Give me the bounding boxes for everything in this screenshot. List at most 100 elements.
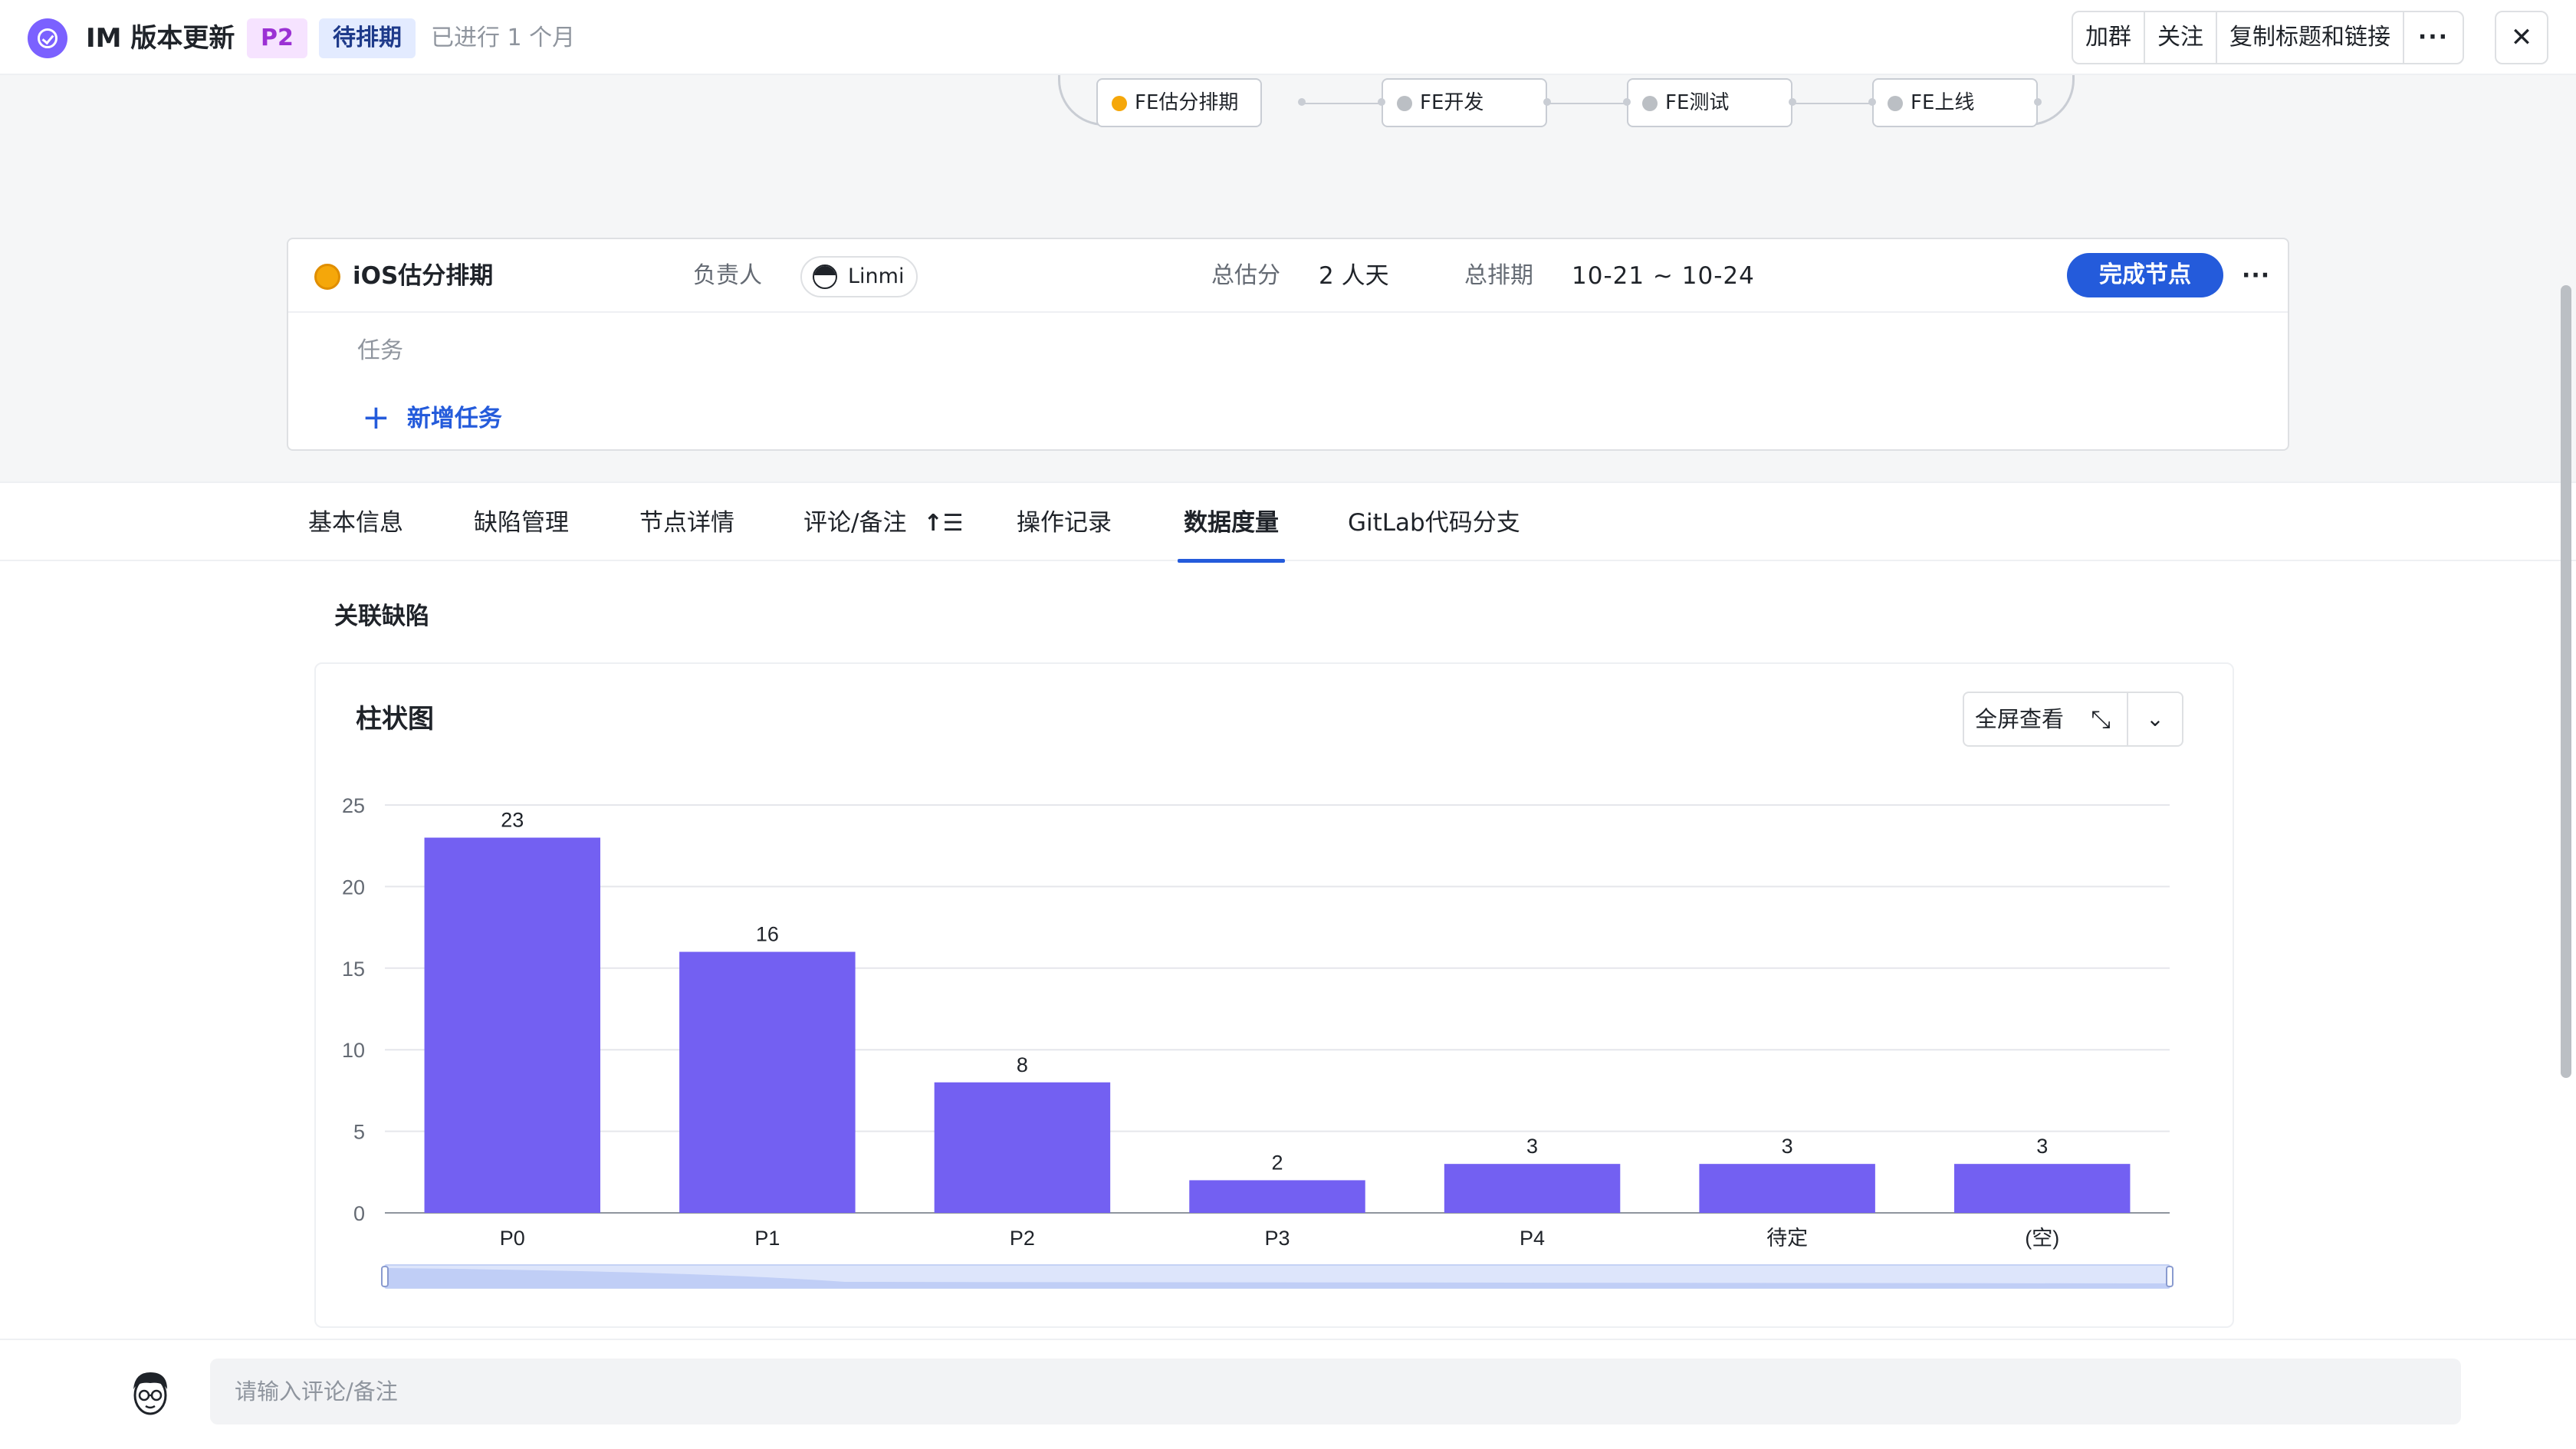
bar-data-label: 23: [501, 809, 524, 832]
expand-icon[interactable]: ⤡: [2075, 693, 2129, 745]
y-tick-label: 5: [353, 1121, 365, 1144]
tab-basic-info[interactable]: 基本信息: [308, 483, 403, 563]
workflow-pin: [1789, 98, 1796, 106]
sort-icon[interactable]: ↑☰: [923, 484, 963, 564]
page-header: IM 版本更新 P2 待排期 已进行 1 个月 加群 关注 复制标题和链接 ··…: [0, 0, 2576, 75]
chart-bar[interactable]: [679, 951, 856, 1213]
add-task-label: 新增任务: [406, 405, 502, 432]
workflow-node[interactable]: FE测试: [1627, 78, 1792, 127]
follow-button[interactable]: 关注: [2145, 12, 2217, 63]
tab-defects[interactable]: 缺陷管理: [474, 483, 569, 563]
workflow-node[interactable]: FE上线: [1872, 78, 2038, 127]
owner-chip[interactable]: Linmi: [800, 256, 918, 297]
x-tick-label: (空): [2025, 1227, 2059, 1250]
scrollbar-thumb[interactable]: [2561, 285, 2571, 1078]
x-tick-label: P1: [754, 1227, 780, 1250]
chevron-down-icon[interactable]: ⌄: [2128, 693, 2182, 745]
tab-bar: 基本信息 缺陷管理 节点详情 评论/备注 ↑☰ 操作记录 数据度量 GitLab代…: [0, 481, 2576, 563]
workflow-pin: [1543, 98, 1551, 106]
node-name: iOS估分排期: [353, 262, 494, 290]
chart-bar[interactable]: [1444, 1164, 1621, 1213]
owner-label: 负责人: [693, 262, 762, 289]
page-title: IM 版本更新: [86, 23, 235, 54]
plus-icon: +: [362, 398, 390, 437]
workflow-node[interactable]: FE估分排期: [1096, 78, 1262, 127]
task-label: 任务: [357, 337, 403, 364]
workflow-node-label: FE上线: [1911, 91, 1975, 114]
elapsed-time: 已进行 1 个月: [431, 25, 576, 51]
schedule-value[interactable]: 10-21 ~ 10-24: [1572, 256, 1755, 296]
close-icon[interactable]: ✕: [2495, 11, 2548, 64]
y-tick-label: 15: [342, 958, 365, 981]
y-tick-label: 20: [342, 876, 365, 899]
join-group-button[interactable]: 加群: [2073, 12, 2145, 63]
x-tick-label: P2: [1010, 1227, 1035, 1250]
bar-data-label: 3: [1782, 1135, 1793, 1158]
estimate-label: 总估分: [1211, 262, 1280, 289]
y-tick-label: 0: [353, 1202, 365, 1225]
node-card-header: iOS估分排期 负责人 Linmi 总估分 2 人天 总排期 10-21 ~ 1…: [288, 239, 2288, 313]
fullscreen-button[interactable]: 全屏查看: [1964, 693, 2075, 745]
tab-comments[interactable]: 评论/备注 ↑☰: [803, 483, 963, 563]
chart-toolbar: 全屏查看 ⤡ ⌄: [1963, 692, 2184, 747]
workflow-pin: [2034, 98, 2042, 106]
node-status-dot: [1888, 96, 1903, 111]
owner-avatar-icon: [813, 264, 837, 289]
zoom-handle-left[interactable]: [381, 1266, 389, 1287]
workflow-pin: [1623, 98, 1631, 106]
workflow-node-label: FE测试: [1665, 91, 1730, 114]
chart-bar[interactable]: [934, 1082, 1111, 1213]
estimate-value[interactable]: 2 人天: [1319, 256, 1389, 296]
workflow-link: [1792, 103, 1872, 104]
copy-title-link-button[interactable]: 复制标题和链接: [2217, 12, 2404, 63]
x-tick-label: P3: [1264, 1227, 1290, 1250]
node-status-dot: [1112, 96, 1127, 111]
bar-data-label: 3: [1526, 1135, 1538, 1158]
status-badge[interactable]: 待排期: [319, 18, 416, 58]
schedule-label: 总排期: [1464, 262, 1533, 289]
chart-bar[interactable]: [424, 837, 601, 1213]
workflow-pin: [1868, 98, 1876, 106]
x-tick-label: P0: [500, 1227, 525, 1250]
section-title: 关联缺陷: [334, 603, 429, 630]
node-status-icon: [314, 264, 340, 290]
node-status-dot: [1642, 96, 1658, 111]
workflow-node-label: FE开发: [1420, 91, 1484, 114]
node-status-dot: [1397, 96, 1412, 111]
workflow-link: [1302, 103, 1382, 104]
complete-node-button[interactable]: 完成节点: [2067, 253, 2223, 297]
node-card: iOS估分排期 负责人 Linmi 总估分 2 人天 总排期 10-21 ~ 1…: [287, 238, 2289, 451]
tab-gitlab-branches[interactable]: GitLab代码分支: [1348, 483, 1520, 563]
tab-comments-label: 评论/备注: [803, 509, 907, 537]
bar-data-label: 2: [1271, 1151, 1283, 1174]
workflow-pin: [1378, 98, 1385, 106]
tab-history[interactable]: 操作记录: [1017, 483, 1112, 563]
y-tick-label: 10: [342, 1039, 365, 1062]
more-icon[interactable]: ···: [2404, 12, 2463, 63]
chart-bar[interactable]: [1699, 1164, 1875, 1213]
chart-title: 柱状图: [356, 704, 434, 734]
y-tick-label: 25: [342, 794, 365, 817]
app-status-icon: [28, 18, 67, 58]
workflow-pin: [1298, 98, 1306, 106]
bar-data-label: 16: [756, 923, 779, 946]
chart-bar[interactable]: [1953, 1164, 2131, 1213]
chart-bar[interactable]: [1189, 1180, 1365, 1213]
tab-metrics[interactable]: 数据度量: [1178, 483, 1285, 563]
header-actions: 加群 关注 复制标题和链接 ···: [2072, 11, 2464, 64]
add-task-button[interactable]: + 新增任务: [362, 397, 502, 437]
workflow-node[interactable]: FE开发: [1382, 78, 1547, 127]
owner-name: Linmi: [848, 264, 905, 288]
user-avatar[interactable]: [129, 1369, 172, 1417]
bar-data-label: 3: [2036, 1135, 2048, 1158]
workflow-link: [1547, 103, 1627, 104]
workflow-node-label: FE估分排期: [1135, 91, 1239, 114]
tab-node-details[interactable]: 节点详情: [639, 483, 734, 563]
more-icon[interactable]: ···: [2242, 256, 2270, 296]
priority-badge[interactable]: P2: [247, 18, 307, 58]
bar-chart: 0 5 10 15 20 25 23 P0 16 P1 8 P2 2 P3 3 P4 3 待定 3 (空): [342, 794, 2174, 1289]
comment-input[interactable]: [210, 1359, 2461, 1424]
zoom-handle-right[interactable]: [2166, 1266, 2174, 1287]
x-tick-label: P4: [1520, 1227, 1545, 1250]
bar-data-label: 8: [1017, 1053, 1028, 1076]
